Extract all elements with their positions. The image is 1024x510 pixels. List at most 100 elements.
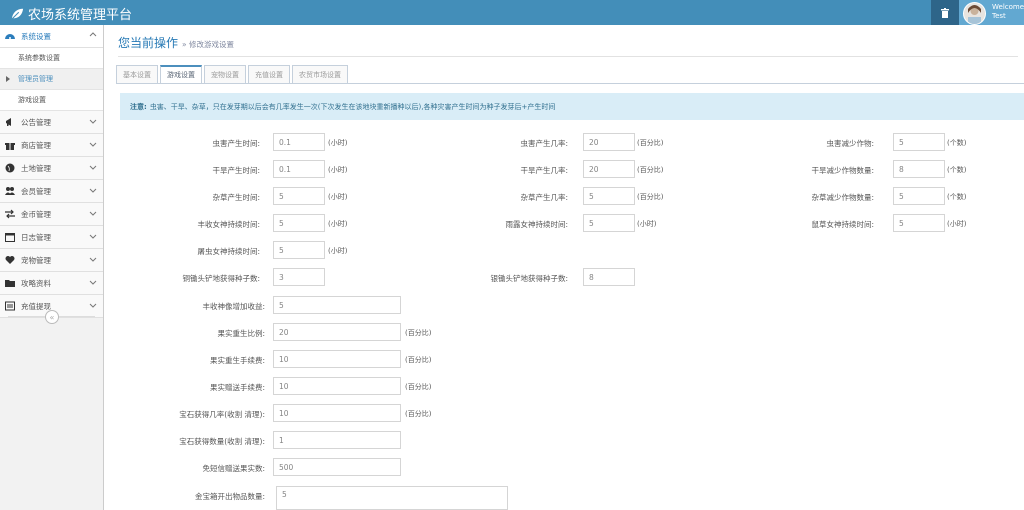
field-label: 宝石获得几率(收割 清理): bbox=[179, 410, 265, 419]
tab-recharge-settings[interactable]: 充值设置 bbox=[248, 65, 290, 84]
field-label: 干旱产生时间: bbox=[212, 166, 260, 175]
top-navbar: 农场系统管理平台 Welcome, Test bbox=[0, 0, 1024, 25]
trash-icon bbox=[941, 7, 949, 18]
weed-rate-input[interactable]: 5 bbox=[583, 187, 635, 205]
copper-hoe-input[interactable]: 3 bbox=[273, 268, 325, 286]
page-title: 您当前操作 bbox=[118, 36, 179, 50]
fruit-rebirth-rate-input[interactable]: 20 bbox=[273, 323, 401, 341]
trash-button[interactable] bbox=[931, 0, 959, 25]
silver-hoe-input[interactable]: 8 bbox=[583, 268, 635, 286]
chevron-down-icon bbox=[89, 280, 97, 285]
drought-rate-input[interactable]: 20 bbox=[583, 160, 635, 178]
chevron-down-icon bbox=[89, 211, 97, 216]
sms-free-gift-input[interactable]: 500 bbox=[273, 458, 401, 476]
notice-text: 虫害、干旱、杂草，只在发芽期以后会有几率发生一次(下次发生在该地块重新播种以后)… bbox=[149, 102, 556, 111]
harvest-goddess-input[interactable]: 5 bbox=[273, 214, 325, 232]
field-unit: (百分比) bbox=[405, 383, 432, 391]
field-label: 铜锄头铲地获得种子数: bbox=[182, 274, 260, 283]
gem-rate-input[interactable]: 10 bbox=[273, 404, 401, 422]
fruit-rebirth-fee-input[interactable]: 10 bbox=[273, 350, 401, 368]
sidebar-item-logs[interactable]: 日志管理 bbox=[0, 226, 103, 249]
globe-icon bbox=[5, 163, 15, 173]
fruit-gift-fee-input[interactable]: 10 bbox=[273, 377, 401, 395]
tab-game-settings[interactable]: 游戏设置 bbox=[160, 65, 202, 84]
sidebar-item-members[interactable]: 会员管理 bbox=[0, 180, 103, 203]
field-label: 果实赠送手续费: bbox=[209, 383, 265, 392]
sidebar-item-land[interactable]: 土地管理 bbox=[0, 157, 103, 180]
field-label: 杂草减少作物数量: bbox=[811, 193, 874, 202]
field-label: 金宝箱开出物品数量: bbox=[194, 492, 265, 501]
field-unit: (百分比) bbox=[637, 139, 664, 147]
sidebar-subitem-game-settings[interactable]: 游戏设置 bbox=[0, 90, 103, 111]
field-unit: (小时) bbox=[328, 220, 348, 228]
field-unit: (小时) bbox=[328, 193, 348, 201]
field-label: 雨露女神持续时间: bbox=[505, 220, 568, 229]
sidebar-subitem-system-params[interactable]: 系统参数设置 bbox=[0, 48, 103, 69]
field-label: 丰收女神持续时间: bbox=[197, 220, 260, 229]
sidebar: 系统设置 系统参数设置 管理员管理 游戏设置 公告管理 商店管理 土地管理 会员… bbox=[0, 25, 104, 510]
field-unit: (个数) bbox=[947, 139, 967, 147]
chevron-down-icon bbox=[89, 303, 97, 308]
sidebar-subitem-admin-management[interactable]: 管理员管理 bbox=[0, 69, 103, 90]
weed-reduce-input[interactable]: 5 bbox=[893, 187, 945, 205]
calendar-icon bbox=[5, 233, 15, 242]
field-label: 虫害减少作物: bbox=[826, 139, 874, 148]
field-label: 虫害产生时间: bbox=[212, 139, 260, 148]
sidebar-item-system-settings[interactable]: 系统设置 bbox=[0, 25, 103, 48]
field-unit: (个数) bbox=[947, 166, 967, 174]
sidebar-item-announcements[interactable]: 公告管理 bbox=[0, 111, 103, 134]
chevron-down-icon bbox=[89, 257, 97, 262]
field-label: 宝石获得数量(收割 清理): bbox=[179, 437, 265, 446]
field-unit: (个数) bbox=[947, 193, 967, 201]
bug-goddess-input[interactable]: 5 bbox=[273, 241, 325, 259]
pest-reduce-input[interactable]: 5 bbox=[893, 133, 945, 151]
field-label: 果实重生手续费: bbox=[209, 356, 265, 365]
field-label: 银锄头铲地获得种子数: bbox=[490, 274, 568, 283]
tab-pet-settings[interactable]: 宠物设置 bbox=[204, 65, 246, 84]
weed-time-input[interactable]: 5 bbox=[273, 187, 325, 205]
field-unit: (百分比) bbox=[405, 329, 432, 337]
exchange-icon bbox=[5, 209, 15, 219]
welcome-text: Welcome, bbox=[992, 3, 1024, 11]
field-label: 丰收神像增加收益: bbox=[202, 302, 265, 311]
heart-icon bbox=[5, 256, 15, 264]
field-label: 鼠草女神持续时间: bbox=[811, 220, 874, 229]
collapse-sidebar-button[interactable]: « bbox=[45, 310, 59, 324]
sidebar-item-guides[interactable]: 攻略资料 bbox=[0, 272, 103, 295]
page-subtitle: » 修改游戏设置 bbox=[182, 40, 234, 49]
field-unit: (小时) bbox=[947, 220, 967, 228]
avatar bbox=[963, 2, 986, 25]
tab-market-settings[interactable]: 农贸市场设置 bbox=[292, 65, 348, 84]
users-icon bbox=[5, 187, 15, 195]
drought-reduce-input[interactable]: 8 bbox=[893, 160, 945, 178]
sidebar-item-pets[interactable]: 宠物管理 bbox=[0, 249, 103, 272]
dashboard-icon bbox=[5, 34, 15, 39]
chevron-down-icon bbox=[89, 119, 97, 124]
sidebar-item-coins[interactable]: 金币管理 bbox=[0, 203, 103, 226]
drought-time-input[interactable]: 0.1 bbox=[273, 160, 325, 178]
sidebar-item-shop[interactable]: 商店管理 bbox=[0, 134, 103, 157]
double-left-icon: « bbox=[49, 312, 55, 322]
user-name: Test bbox=[992, 12, 1006, 20]
field-unit: (小时) bbox=[328, 139, 348, 147]
field-unit: (百分比) bbox=[637, 193, 664, 201]
weed-goddess-input[interactable]: 5 bbox=[893, 214, 945, 232]
pest-time-input[interactable]: 0.1 bbox=[273, 133, 325, 151]
field-label: 屠虫女神持续时间: bbox=[197, 247, 260, 256]
brand[interactable]: 农场系统管理平台 bbox=[10, 4, 132, 23]
field-unit: (小时) bbox=[328, 247, 348, 255]
main-content: 您当前操作 » 修改游戏设置 基本设置 游戏设置 宠物设置 充值设置 农贸市场设… bbox=[104, 25, 1024, 510]
tab-basic-settings[interactable]: 基本设置 bbox=[116, 65, 158, 84]
harvest-statue-input[interactable]: 5 bbox=[273, 296, 401, 314]
user-menu[interactable]: Welcome, Test bbox=[959, 0, 1024, 25]
field-label: 杂草产生几率: bbox=[520, 193, 568, 202]
rain-goddess-input[interactable]: 5 bbox=[583, 214, 635, 232]
field-unit: (小时) bbox=[328, 166, 348, 174]
notice-strong: 注意: bbox=[130, 102, 147, 111]
pest-rate-input[interactable]: 20 bbox=[583, 133, 635, 151]
sidebar-collapse: « bbox=[0, 310, 103, 324]
chevron-up-icon bbox=[89, 32, 97, 37]
gold-chest-textarea[interactable]: 5 bbox=[276, 486, 508, 510]
gem-count-input[interactable]: 1 bbox=[273, 431, 401, 449]
notice-alert: 注意: 虫害、干旱、杂草，只在发芽期以后会有几率发生一次(下次发生在该地块重新播… bbox=[120, 93, 1024, 120]
